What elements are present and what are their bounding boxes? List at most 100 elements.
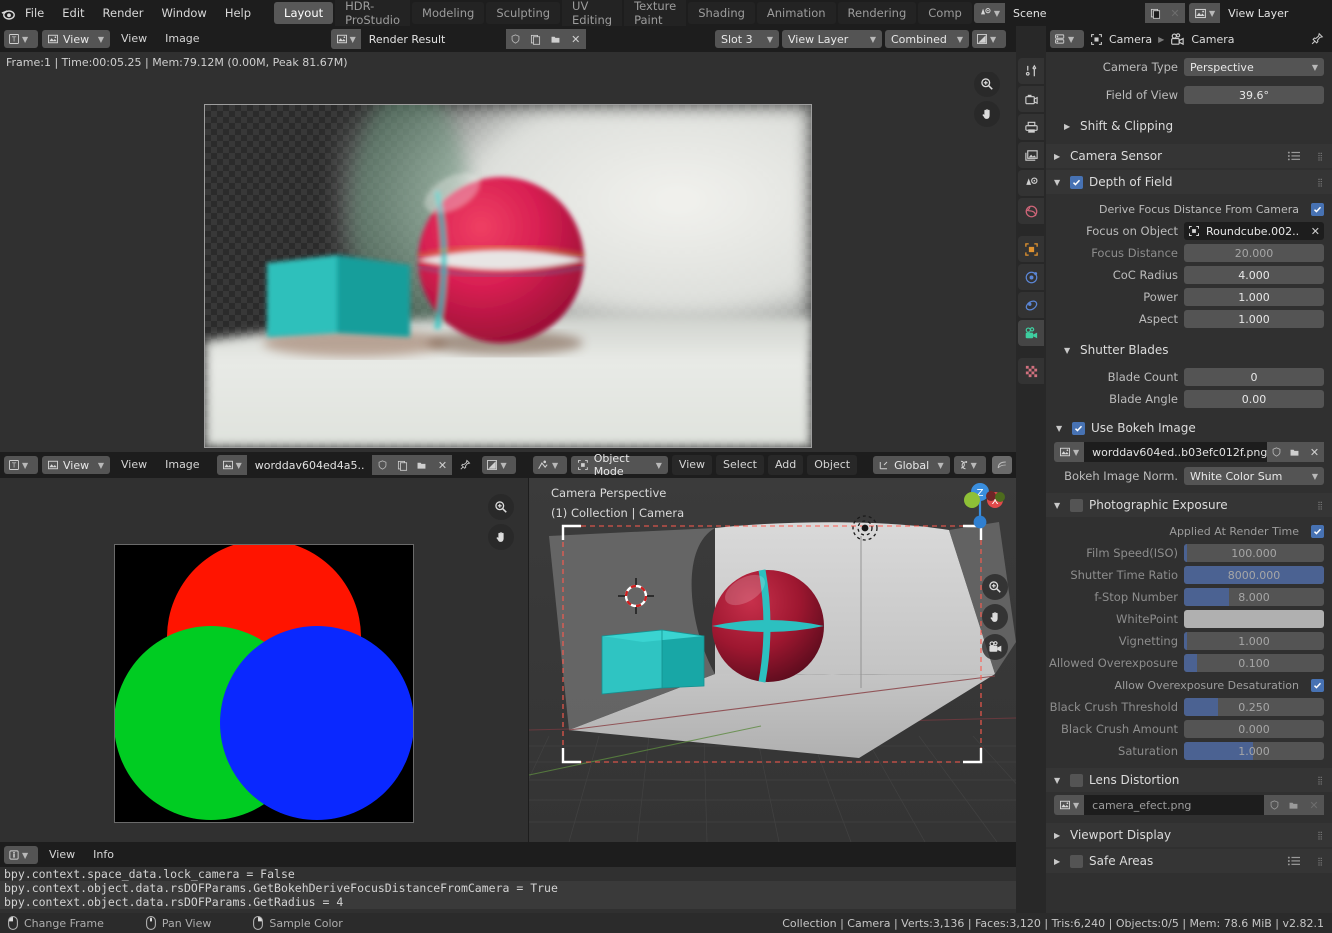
panel-drag-handle[interactable]: ⣿ xyxy=(1317,776,1332,785)
image-editor-2-mode-selector[interactable]: View ▼ xyxy=(42,456,110,474)
derive-focus-checkbox[interactable] xyxy=(1311,202,1324,216)
whitepoint-color-swatch[interactable] xyxy=(1184,610,1324,628)
info-menu-view[interactable]: View xyxy=(42,845,82,865)
viewport-zoom-icon[interactable] xyxy=(982,574,1008,600)
color-wheel-canvas[interactable] xyxy=(0,478,528,842)
scene-name[interactable]: Scene xyxy=(1005,3,1146,23)
info-log-line[interactable]: bpy.context.object.data.rsDOFParams.GetB… xyxy=(0,881,1016,895)
view-layer-name[interactable]: View Layer xyxy=(1220,3,1332,23)
blade-angle-input[interactable]: 0.00 xyxy=(1184,390,1324,408)
fake-user-button[interactable] xyxy=(505,29,526,49)
panel-drag-handle[interactable]: ⣿ xyxy=(1317,152,1332,161)
blender-logo-icon[interactable] xyxy=(0,5,16,21)
info-log-line[interactable]: bpy.context.object.data.rsDOFParams.GetR… xyxy=(0,895,1016,909)
properties-tab-constraints[interactable] xyxy=(1018,292,1044,318)
clear-focus-object-icon[interactable]: ✕ xyxy=(1311,225,1320,238)
safe-areas-preset-icon[interactable] xyxy=(1287,855,1305,867)
lens-distortion-panel-header[interactable]: ▼ Lens Distortion ⣿ xyxy=(1046,768,1332,792)
saturation-slider[interactable]: 1.000 xyxy=(1184,742,1324,760)
unlink-image-button[interactable]: ✕ xyxy=(565,29,586,49)
unlink-image-button-2[interactable]: ✕ xyxy=(432,455,453,475)
focus-object-input[interactable]: Roundcube.002.. ✕ xyxy=(1184,222,1324,240)
film-speed-slider[interactable]: 100.000 xyxy=(1184,544,1324,562)
properties-editor-type-selector[interactable]: ▼ xyxy=(1050,30,1084,48)
properties-tab-output[interactable] xyxy=(1018,114,1044,140)
lens-distortion-open-image-button[interactable] xyxy=(1284,795,1304,815)
menu-window[interactable]: Window xyxy=(152,3,215,23)
snapping-selector[interactable]: ▼ xyxy=(953,456,986,474)
proportional-editing-icon[interactable] xyxy=(991,456,1012,474)
bokeh-fake-user-button[interactable] xyxy=(1266,442,1286,462)
viewport-menu-select[interactable]: Select xyxy=(716,455,764,475)
workspace-tab-sculpting[interactable]: Sculpting xyxy=(486,2,561,24)
use-bokeh-image-checkbox[interactable] xyxy=(1072,421,1085,435)
workspace-tab-modeling[interactable]: Modeling xyxy=(412,2,485,24)
info-log[interactable]: bpy.context.space_data.lock_camera = Fal… xyxy=(0,867,1016,909)
workspace-tab-layout[interactable]: Layout xyxy=(274,2,334,24)
panel-drag-handle[interactable]: ⣿ xyxy=(1317,857,1332,866)
focus-distance-input[interactable]: 20.000 xyxy=(1184,244,1324,262)
properties-tab-object[interactable] xyxy=(1018,236,1044,262)
pin-image-icon[interactable] xyxy=(456,456,474,474)
info-log-line[interactable]: bpy.context.space_data.lock_camera = Fal… xyxy=(0,867,1016,881)
camera-type-dropdown[interactable]: Perspective ▼ xyxy=(1184,58,1324,76)
menu-help[interactable]: Help xyxy=(216,3,260,23)
menu-file[interactable]: File xyxy=(16,3,53,23)
scene-icon[interactable]: ▼ xyxy=(973,3,1006,23)
allowed-overexposure-slider[interactable]: 0.100 xyxy=(1184,654,1324,672)
properties-tab-render[interactable] xyxy=(1018,86,1044,112)
photographic-exposure-checkbox[interactable] xyxy=(1070,498,1083,512)
bokeh-norm-dropdown[interactable]: White Color Sum ▼ xyxy=(1184,467,1324,485)
lens-distortion-unlink-image-button[interactable]: ✕ xyxy=(1304,795,1324,815)
bokeh-image-name[interactable]: worddav604ed..b03efc012f.png xyxy=(1084,442,1267,462)
display-channels-icon-2[interactable]: ▼ xyxy=(482,456,517,474)
panel-drag-handle[interactable]: ⣿ xyxy=(1317,831,1332,840)
breadcrumb-object-label[interactable]: Camera xyxy=(1109,33,1152,46)
properties-tab-scene[interactable] xyxy=(1018,170,1044,196)
viewport-menu-view[interactable]: View xyxy=(671,455,713,475)
lens-distortion-image-name[interactable]: camera_efect.png xyxy=(1084,795,1264,815)
image-datablock-icon[interactable]: ▼ xyxy=(330,29,361,49)
editor-type-selector[interactable]: T ▼ xyxy=(4,30,38,48)
coc-radius-input[interactable]: 4.000 xyxy=(1184,266,1324,284)
render-result-name[interactable]: Render Result xyxy=(360,29,506,49)
vignetting-slider[interactable]: 1.000 xyxy=(1184,632,1324,650)
color-wheel-image-name[interactable]: worddav604ed4a5.. xyxy=(246,455,373,475)
scene-selector[interactable]: ▼ Scene ✕ xyxy=(973,3,1186,23)
rgb-color-wheel-image[interactable] xyxy=(114,544,414,823)
safe-areas-panel-header[interactable]: ▶ Safe Areas ⣿ xyxy=(1046,849,1332,873)
lens-distortion-fake-user-button[interactable] xyxy=(1264,795,1284,815)
menu-edit[interactable]: Edit xyxy=(53,3,93,23)
viewport-pan-icon[interactable] xyxy=(982,604,1008,630)
display-channels-icon[interactable]: ▼ xyxy=(972,30,1006,48)
image-editor-2-menu-image[interactable]: Image xyxy=(158,455,206,475)
menu-render[interactable]: Render xyxy=(94,3,153,23)
zoom-gizmo-icon[interactable] xyxy=(974,72,1000,97)
transform-orientation-selector[interactable]: Global ▼ xyxy=(873,456,950,474)
new-image-button-2[interactable] xyxy=(392,455,413,475)
safe-areas-checkbox[interactable] xyxy=(1070,854,1083,868)
viewport-canvas[interactable]: Camera Perspective (1) Collection | Came… xyxy=(529,478,1016,842)
view-layer-selector[interactable]: ▼ View Layer ✕ xyxy=(1189,3,1332,23)
breadcrumb-camera-label[interactable]: Camera xyxy=(1191,33,1234,46)
image-datablock-icon-2[interactable]: ▼ xyxy=(216,455,247,475)
new-image-button[interactable] xyxy=(525,29,546,49)
properties-tab-texture[interactable] xyxy=(1018,358,1044,384)
image-editor-2-menu-view[interactable]: View xyxy=(114,455,154,475)
viewport-display-panel-header[interactable]: ▶ Viewport Display ⣿ xyxy=(1046,823,1332,847)
bokeh-open-image-button[interactable] xyxy=(1285,442,1305,462)
bokeh-image-datablock[interactable]: ▼ worddav604ed..b03efc012f.png ✕ xyxy=(1054,442,1324,462)
properties-tab-modifiers[interactable] xyxy=(1018,264,1044,290)
depth-of-field-checkbox[interactable] xyxy=(1070,175,1083,189)
f-stop-number-slider[interactable]: 8.000 xyxy=(1184,588,1324,606)
photographic-exposure-panel-header[interactable]: ▼ Photographic Exposure ⣿ xyxy=(1046,493,1332,517)
workspace-tab-animation[interactable]: Animation xyxy=(756,2,836,24)
properties-tab-view-layer[interactable] xyxy=(1018,142,1044,168)
viewport-menu-object[interactable]: Object xyxy=(807,455,858,475)
fake-user-button-2[interactable] xyxy=(372,455,393,475)
allow-overexposure-desaturation-checkbox[interactable] xyxy=(1311,678,1324,692)
aspect-input[interactable]: 1.000 xyxy=(1184,310,1324,328)
new-scene-button[interactable] xyxy=(1145,3,1166,23)
render-image[interactable] xyxy=(204,104,812,448)
viewport-menu-add[interactable]: Add xyxy=(767,455,804,475)
